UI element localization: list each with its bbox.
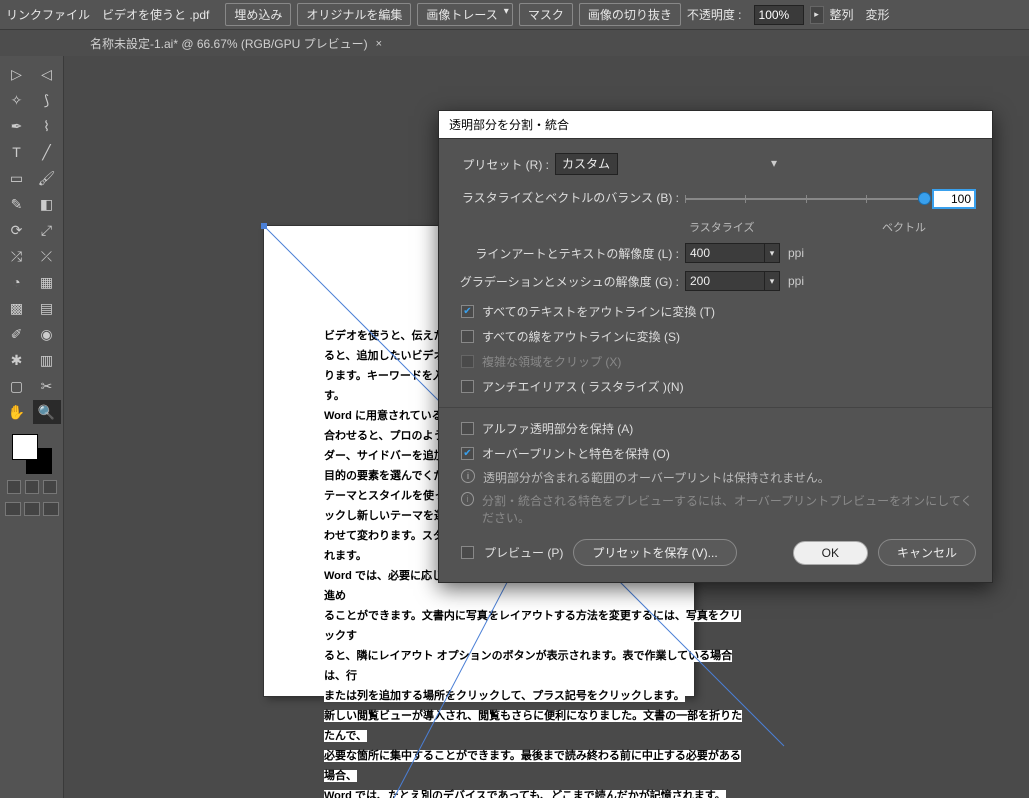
document-tab-bar: 名称未設定-1.ai* @ 66.67% (RGB/GPU プレビュー) × xyxy=(0,30,1029,56)
lasso-tool-icon[interactable]: ⟆ xyxy=(33,88,61,112)
slice-tool-icon[interactable]: ✂ xyxy=(33,374,61,398)
eyedropper-tool-icon[interactable]: ✐ xyxy=(3,322,31,346)
balance-label: ラスタライズとベクトルのバランス (B) : xyxy=(455,189,685,206)
info-text-1: 透明部分が含まれる範囲のオーバープリントは保持されません。 xyxy=(483,469,830,486)
mesh-tool-icon[interactable]: ▩ xyxy=(3,296,31,320)
crop-image-button[interactable]: 画像の切り抜き xyxy=(579,3,681,26)
document-tab-title: 名称未設定-1.ai* @ 66.67% (RGB/GPU プレビュー) xyxy=(90,35,368,52)
rectangle-tool-icon[interactable]: ▭ xyxy=(3,166,31,190)
balance-left-caption: ラスタライズ xyxy=(689,219,754,235)
balance-right-caption: ベクトル xyxy=(882,219,926,235)
clip-complex-label: 複雑な領域をクリップ (X) xyxy=(482,353,621,370)
dialog-title: 透明部分を分割・統合 xyxy=(439,111,992,139)
paintbrush-tool-icon[interactable]: 🖌 xyxy=(33,166,61,190)
gradient-tool-icon[interactable]: ▤ xyxy=(33,296,61,320)
selection-tool-icon[interactable]: ▷ xyxy=(3,62,31,86)
lineart-res-dropdown-icon[interactable]: ▾ xyxy=(764,243,780,263)
preset-select[interactable]: カスタム xyxy=(555,153,618,175)
lineart-res-input[interactable] xyxy=(685,243,765,263)
free-transform-tool-icon[interactable]: ⤫ xyxy=(33,244,61,268)
embed-button[interactable]: 埋め込み xyxy=(225,3,291,26)
balance-slider-thumb[interactable] xyxy=(918,192,931,205)
save-preset-button[interactable]: プリセットを保存 (V)... xyxy=(573,539,736,566)
close-tab-icon[interactable]: × xyxy=(376,38,382,50)
info-text-2: 分割・統合される特色をプレビューするには、オーバープリントプレビューをオンにして… xyxy=(482,492,976,526)
flatten-transparency-dialog: 透明部分を分割・統合 プリセット (R) : カスタム ラスタライズとベクトルの… xyxy=(438,110,993,583)
opacity-label: 不透明度 : xyxy=(687,6,742,23)
stroke-outline-label: すべての線をアウトラインに変換 (S) xyxy=(482,328,680,345)
image-trace-button[interactable]: 画像トレース xyxy=(417,3,512,26)
lineart-res-label: ラインアートとテキストの解像度 (L) : xyxy=(455,245,685,262)
opacity-stepper[interactable]: ▸ xyxy=(810,6,824,24)
type-tool-icon[interactable]: T xyxy=(3,140,31,164)
ppi-unit-2: ppi xyxy=(788,274,804,288)
text-outline-label: すべてのテキストをアウトラインに変換 (T) xyxy=(482,303,715,320)
width-tool-icon[interactable]: ⤮ xyxy=(3,244,31,268)
shaper-tool-icon[interactable]: ✎ xyxy=(3,192,31,216)
alpha-preserve-checkbox[interactable] xyxy=(461,422,474,435)
draw-normal-icon[interactable] xyxy=(5,502,21,516)
symbol-sprayer-tool-icon[interactable]: ✱ xyxy=(3,348,31,372)
arrange-label[interactable]: 整列 xyxy=(830,6,854,23)
document-tab[interactable]: 名称未設定-1.ai* @ 66.67% (RGB/GPU プレビュー) × xyxy=(80,31,392,56)
fill-swatch[interactable] xyxy=(12,434,38,460)
ok-button[interactable]: OK xyxy=(793,541,868,565)
preview-checkbox[interactable] xyxy=(461,546,474,559)
stroke-outline-checkbox[interactable] xyxy=(461,330,474,343)
info-icon: i xyxy=(461,469,475,483)
alpha-preserve-label: アルファ透明部分を保持 (A) xyxy=(482,420,633,437)
balance-slider[interactable] xyxy=(685,198,926,200)
balance-value-input[interactable] xyxy=(932,189,976,209)
color-mode-icon[interactable] xyxy=(7,480,21,494)
draw-behind-icon[interactable] xyxy=(24,502,40,516)
control-bar: リンクファイル ビデオを使うと .pdf 埋め込み オリジナルを編集 画像トレー… xyxy=(0,0,1029,30)
scale-tool-icon[interactable]: ⤢ xyxy=(33,218,61,242)
line-tool-icon[interactable]: ╱ xyxy=(33,140,61,164)
info-icon: i xyxy=(461,492,474,506)
rotate-tool-icon[interactable]: ⟳ xyxy=(3,218,31,242)
link-file-label: リンクファイル xyxy=(6,6,90,23)
preset-label: プリセット (R) : xyxy=(455,156,555,173)
antialias-label: アンチエイリアス ( ラスタライズ )(N) xyxy=(482,378,684,395)
gradient-res-dropdown-icon[interactable]: ▾ xyxy=(764,271,780,291)
fill-stroke-control[interactable] xyxy=(12,434,52,474)
draw-inside-icon[interactable] xyxy=(43,502,59,516)
none-mode-icon[interactable] xyxy=(43,480,57,494)
blend-tool-icon[interactable]: ◉ xyxy=(33,322,61,346)
gradient-res-label: グラデーションとメッシュの解像度 (G) : xyxy=(455,273,685,290)
overprint-preserve-checkbox[interactable] xyxy=(461,447,474,460)
pen-tool-icon[interactable]: ✒ xyxy=(3,114,31,138)
text-outline-checkbox[interactable] xyxy=(461,305,474,318)
artboard-tool-icon[interactable]: ▢ xyxy=(3,374,31,398)
tools-panel: ▷ ◁ ✧ ⟆ ✒ ⌇ T ╱ ▭ 🖌 ✎ ◧ ⟳ ⤢ ⤮ ⤫ ◔ ▦ ▩ ▤ … xyxy=(0,56,64,798)
zoom-tool-icon[interactable]: 🔍 xyxy=(33,400,61,424)
curvature-tool-icon[interactable]: ⌇ xyxy=(33,114,61,138)
opacity-input[interactable] xyxy=(754,5,804,25)
preview-label: プレビュー (P) xyxy=(484,544,563,561)
linked-filename: ビデオを使うと .pdf xyxy=(102,6,209,23)
eraser-tool-icon[interactable]: ◧ xyxy=(33,192,61,216)
magic-wand-tool-icon[interactable]: ✧ xyxy=(3,88,31,112)
shape-builder-tool-icon[interactable]: ◔ xyxy=(3,270,31,294)
mask-button[interactable]: マスク xyxy=(519,3,573,26)
transform-label[interactable]: 変形 xyxy=(866,6,890,23)
graph-tool-icon[interactable]: ▥ xyxy=(33,348,61,372)
cancel-button[interactable]: キャンセル xyxy=(878,539,976,566)
clip-complex-checkbox xyxy=(461,355,474,368)
antialias-checkbox[interactable] xyxy=(461,380,474,393)
gradient-res-input[interactable] xyxy=(685,271,765,291)
ppi-unit-1: ppi xyxy=(788,246,804,260)
gradient-mode-icon[interactable] xyxy=(25,480,39,494)
edit-original-button[interactable]: オリジナルを編集 xyxy=(297,3,411,26)
direct-selection-tool-icon[interactable]: ◁ xyxy=(33,62,61,86)
hand-tool-icon[interactable]: ✋ xyxy=(3,400,31,424)
perspective-tool-icon[interactable]: ▦ xyxy=(33,270,61,294)
overprint-preserve-label: オーバープリントと特色を保持 (O) xyxy=(482,445,670,462)
